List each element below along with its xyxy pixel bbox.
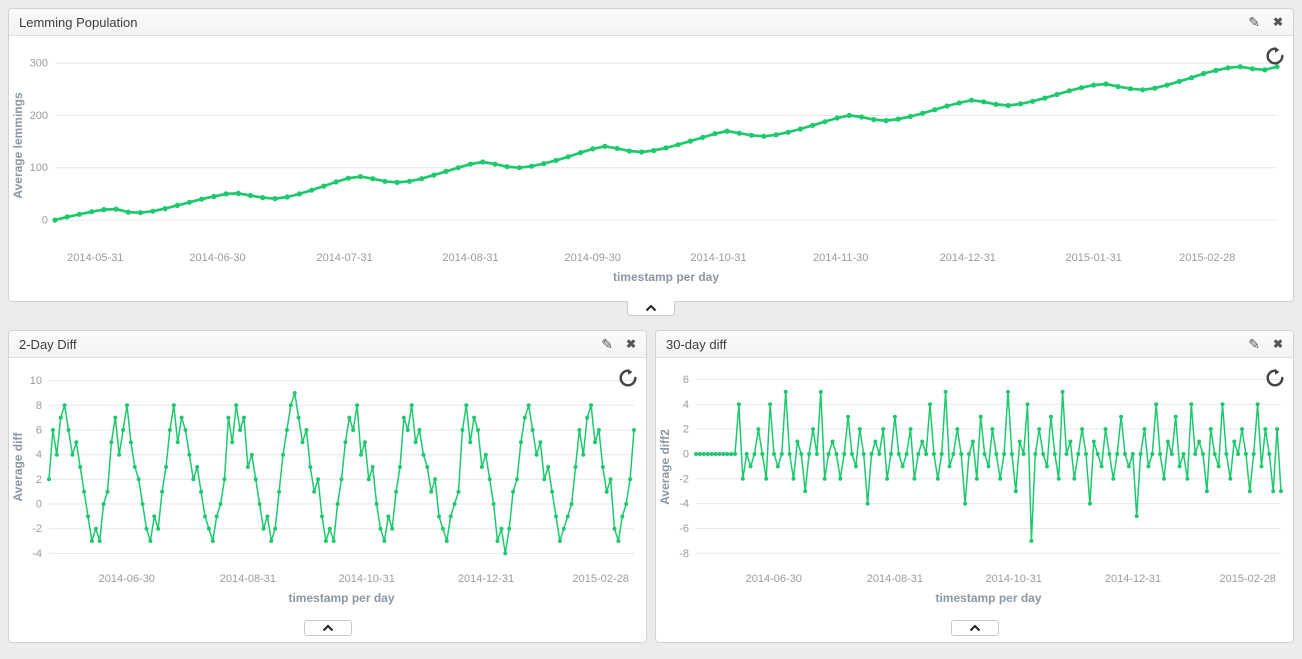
svg-text:2014-06-30: 2014-06-30 xyxy=(189,252,245,264)
svg-text:2015-02-28: 2015-02-28 xyxy=(573,573,629,585)
panel-lemming-population: Lemming Population ✎ ✖ 0 100 200 300 2014-05… xyxy=(8,8,1294,302)
svg-text:2014-12-31: 2014-12-31 xyxy=(458,573,514,585)
svg-text:10: 10 xyxy=(30,375,42,387)
chevron-up-icon xyxy=(969,624,981,632)
panel-collapse-area xyxy=(9,618,646,642)
chevron-up-icon xyxy=(322,624,334,632)
panel-title: 2-Day Diff xyxy=(19,337,77,352)
panel-actions: ✎ ✖ xyxy=(1248,15,1283,29)
panel-collapse-area xyxy=(656,618,1293,642)
svg-text:2014-05-31: 2014-05-31 xyxy=(67,252,123,264)
svg-text:200: 200 xyxy=(30,110,48,122)
two-day-diff-chart[interactable]: -4 -2 0 2 4 6 8 10 2014-06-30 2014-08-31 2014-10-3… xyxy=(9,358,646,618)
svg-text:timestamp per day: timestamp per day xyxy=(288,591,394,605)
zoom-out-icon[interactable] xyxy=(619,369,637,387)
chart-area-lemming-population: 0 100 200 300 2014-05-31 2014-06-30 2014-07-31… xyxy=(9,36,1293,301)
svg-text:Average diff2: Average diff2 xyxy=(658,429,672,505)
panel-2-day-diff: 2-Day Diff ✎ ✖ -4 -2 0 2 4 6 8 10 2014-06-30 2014… xyxy=(8,330,647,643)
panel-30-day-diff: 30-day diff ✎ ✖ -8 -6 -4 -2 0 2 4 6 2014-06-30 20… xyxy=(655,330,1294,643)
svg-text:-6: -6 xyxy=(679,523,689,535)
svg-text:2014-08-31: 2014-08-31 xyxy=(867,573,923,585)
svg-text:2014-08-31: 2014-08-31 xyxy=(220,573,276,585)
collapse-row-button[interactable] xyxy=(627,300,675,316)
svg-text:2014-09-30: 2014-09-30 xyxy=(565,252,621,264)
svg-text:2014-10-31: 2014-10-31 xyxy=(986,573,1042,585)
circular-arrow-icon xyxy=(619,369,637,387)
svg-text:300: 300 xyxy=(30,58,48,70)
chart-area-2-day-diff: -4 -2 0 2 4 6 8 10 2014-06-30 2014-08-31 2014-10-3… xyxy=(9,358,646,618)
svg-text:8: 8 xyxy=(36,400,42,412)
collapse-row-button[interactable] xyxy=(304,620,352,636)
zoom-out-icon[interactable] xyxy=(1266,47,1284,65)
svg-text:100: 100 xyxy=(30,162,48,174)
thirty-day-diff-chart[interactable]: -8 -6 -4 -2 0 2 4 6 2014-06-30 2014-08-31 2014-10-… xyxy=(656,358,1293,618)
circular-arrow-icon xyxy=(1266,47,1284,65)
edit-panel-icon[interactable]: ✎ xyxy=(1248,337,1260,351)
panel-title: Lemming Population xyxy=(19,15,138,30)
panel-title: 30-day diff xyxy=(666,337,726,352)
panel-header-lemming-population: Lemming Population ✎ ✖ xyxy=(9,9,1293,36)
svg-text:2: 2 xyxy=(36,474,42,486)
lemming-population-chart[interactable]: 0 100 200 300 2014-05-31 2014-06-30 2014-07-31… xyxy=(9,36,1293,301)
svg-text:Average lemmings: Average lemmings xyxy=(11,92,25,199)
circular-arrow-icon xyxy=(1266,369,1284,387)
close-panel-icon[interactable]: ✖ xyxy=(626,338,636,350)
row-collapse-area xyxy=(8,300,1294,316)
svg-text:timestamp per day: timestamp per day xyxy=(613,270,719,284)
svg-text:0: 0 xyxy=(36,499,42,511)
svg-text:-8: -8 xyxy=(679,548,689,560)
panel-actions: ✎ ✖ xyxy=(601,337,636,351)
svg-text:timestamp per day: timestamp per day xyxy=(935,591,1041,605)
chart-area-30-day-diff: -8 -6 -4 -2 0 2 4 6 2014-06-30 2014-08-31 2014-10-… xyxy=(656,358,1293,618)
svg-text:2014-08-31: 2014-08-31 xyxy=(442,252,498,264)
bottom-panel-row: 2-Day Diff ✎ ✖ -4 -2 0 2 4 6 8 10 2014-06-30 2014… xyxy=(8,330,1294,643)
collapse-row-button[interactable] xyxy=(951,620,999,636)
svg-text:2014-11-30: 2014-11-30 xyxy=(813,252,868,264)
svg-text:2014-10-31: 2014-10-31 xyxy=(339,573,395,585)
svg-text:6: 6 xyxy=(683,374,689,386)
svg-text:2014-07-31: 2014-07-31 xyxy=(316,252,372,264)
edit-panel-icon[interactable]: ✎ xyxy=(601,337,613,351)
svg-text:6: 6 xyxy=(36,425,42,437)
svg-text:2015-02-28: 2015-02-28 xyxy=(1179,252,1235,264)
svg-text:2015-01-31: 2015-01-31 xyxy=(1066,252,1122,264)
svg-text:Average diff: Average diff xyxy=(11,432,25,502)
svg-text:2014-12-31: 2014-12-31 xyxy=(1105,573,1161,585)
panel-actions: ✎ ✖ xyxy=(1248,337,1283,351)
svg-text:-4: -4 xyxy=(32,548,42,560)
svg-text:0: 0 xyxy=(683,449,689,461)
zoom-out-icon[interactable] xyxy=(1266,369,1284,387)
svg-text:-2: -2 xyxy=(679,473,689,485)
svg-text:2015-02-28: 2015-02-28 xyxy=(1220,573,1276,585)
close-panel-icon[interactable]: ✖ xyxy=(1273,16,1283,28)
svg-text:2: 2 xyxy=(683,424,689,436)
edit-panel-icon[interactable]: ✎ xyxy=(1248,15,1260,29)
panel-header-30-day-diff: 30-day diff ✎ ✖ xyxy=(656,331,1293,358)
svg-text:2014-06-30: 2014-06-30 xyxy=(746,573,802,585)
chevron-up-icon xyxy=(645,304,657,312)
svg-text:-4: -4 xyxy=(679,498,689,510)
svg-text:2014-06-30: 2014-06-30 xyxy=(99,573,155,585)
close-panel-icon[interactable]: ✖ xyxy=(1273,338,1283,350)
svg-text:-2: -2 xyxy=(32,523,42,535)
svg-text:0: 0 xyxy=(42,215,48,227)
panel-header-2-day-diff: 2-Day Diff ✎ ✖ xyxy=(9,331,646,358)
dashboard: Lemming Population ✎ ✖ 01002003002014-05… xyxy=(8,8,1294,643)
svg-text:2014-12-31: 2014-12-31 xyxy=(940,252,996,264)
svg-text:4: 4 xyxy=(36,449,42,461)
svg-text:2014-10-31: 2014-10-31 xyxy=(690,252,746,264)
svg-text:4: 4 xyxy=(683,399,689,411)
